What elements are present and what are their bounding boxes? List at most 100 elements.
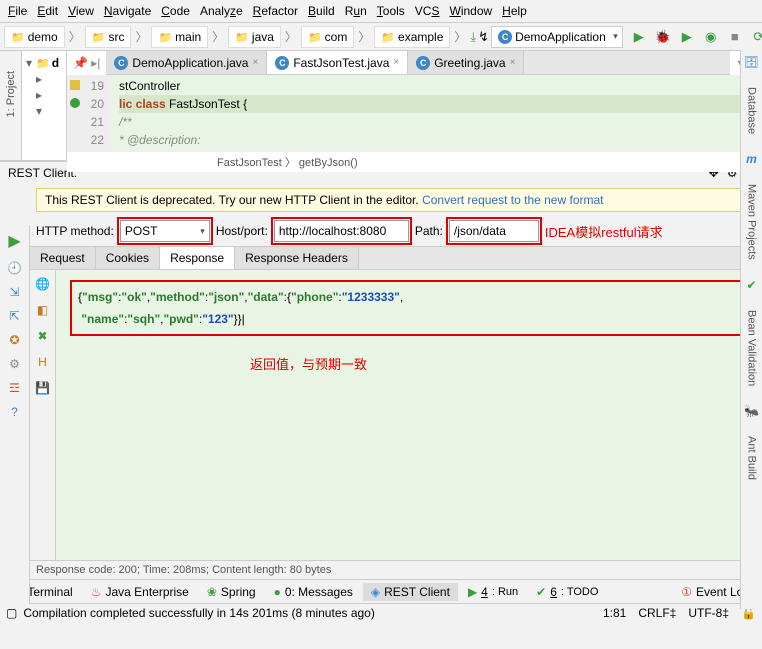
- response-icon-col: 🌐 ◧ ✖ H 💾: [30, 270, 56, 560]
- wrap-icon[interactable]: H: [35, 354, 51, 370]
- folder-icon: [158, 30, 172, 44]
- deprecation-banner: This REST Client is deprecated. Try our …: [36, 188, 756, 212]
- menu-vcs[interactable]: VCS: [415, 4, 440, 18]
- stop-icon[interactable]: ■: [727, 29, 743, 45]
- code-editor[interactable]: 19 20 21 22 stController lic class FastJ…: [67, 75, 762, 151]
- subtab-request[interactable]: Request: [30, 247, 96, 269]
- breadcrumb-demo[interactable]: demo: [4, 26, 65, 48]
- project-tool-tab[interactable]: 1: Project: [5, 71, 17, 117]
- btab-java-ee[interactable]: ♨Java Enterprise: [83, 583, 197, 601]
- menu-help[interactable]: Help: [502, 4, 527, 18]
- breadcrumb-java[interactable]: java: [228, 26, 281, 48]
- btab-messages[interactable]: ●0: Messages: [266, 583, 361, 601]
- ant-tab[interactable]: Ant Build: [746, 436, 758, 480]
- breadcrumb-main[interactable]: main: [151, 26, 208, 48]
- menu-navigate[interactable]: Navigate: [104, 4, 151, 18]
- pin-icon[interactable]: 📌 ▸|: [67, 54, 106, 72]
- open-browser-icon[interactable]: 🌐: [35, 276, 51, 292]
- event-log-icon: ①: [681, 585, 692, 599]
- todo-icon: ✔: [536, 585, 546, 599]
- bean-icon[interactable]: ✔: [746, 278, 756, 292]
- settings-icon[interactable]: ⚙: [9, 357, 20, 371]
- breadcrumb-example[interactable]: example: [374, 26, 450, 48]
- close-icon[interactable]: ×: [510, 57, 516, 68]
- path-input[interactable]: [449, 220, 539, 242]
- http-method-select[interactable]: POST: [120, 220, 210, 242]
- class-icon: C: [114, 56, 128, 70]
- class-icon: C: [275, 56, 289, 70]
- menu-window[interactable]: Window: [449, 4, 492, 18]
- messages-icon: ●: [274, 585, 281, 599]
- vcs-icon[interactable]: ⟳: [751, 29, 762, 45]
- file-encoding[interactable]: UTF-8‡: [688, 606, 729, 620]
- run-config-combo[interactable]: CDemoApplication: [491, 26, 623, 48]
- response-status: Response code: 200; Time: 208ms; Content…: [0, 560, 762, 579]
- debug-icon[interactable]: 🐞: [655, 29, 671, 45]
- history-icon[interactable]: 🕘: [7, 261, 22, 275]
- breadcrumb-com[interactable]: com: [301, 26, 354, 48]
- tab-demoapplication[interactable]: CDemoApplication.java×: [106, 51, 267, 74]
- rest-action-bar: ▶ 🕘 ⇲ ⇱ ✪ ⚙ ☲ ?: [0, 225, 30, 604]
- help-icon[interactable]: ?: [11, 405, 18, 419]
- save-icon[interactable]: 💾: [35, 380, 51, 396]
- folder-icon: [92, 30, 106, 44]
- menu-refactor[interactable]: Refactor: [253, 4, 298, 18]
- menu-tools[interactable]: Tools: [377, 4, 405, 18]
- copy-icon[interactable]: ✖: [35, 328, 51, 344]
- toolbar: demo〉 src〉 main〉 java〉 com〉 example〉 ⤓ ↯…: [0, 23, 762, 51]
- response-text[interactable]: {"msg":"ok","method":"json","data":{"pho…: [56, 270, 762, 560]
- path-label: Path:: [415, 224, 443, 238]
- menu-run[interactable]: Run: [345, 4, 367, 18]
- build-icon[interactable]: ⤓: [470, 29, 476, 45]
- menu-code[interactable]: Code: [161, 4, 190, 18]
- subtab-response-headers[interactable]: Response Headers: [235, 247, 359, 269]
- code-text[interactable]: stController lic class FastJsonTest { /*…: [109, 75, 762, 151]
- folder-icon: [381, 30, 395, 44]
- close-icon[interactable]: ×: [252, 57, 258, 68]
- run-config-icon[interactable]: ↯: [478, 29, 489, 45]
- caret-position[interactable]: 1:81: [603, 606, 626, 620]
- breadcrumb-src[interactable]: src: [85, 26, 132, 48]
- statusbar: ▢ Compilation completed successfully in …: [0, 603, 762, 622]
- maven-icon[interactable]: m: [746, 152, 757, 166]
- menu-build[interactable]: Build: [308, 4, 335, 18]
- bottom-tool-tabs: ▣Terminal ♨Java Enterprise ❀Spring ●0: M…: [0, 579, 762, 603]
- bean-tab[interactable]: Bean Validation: [746, 310, 758, 386]
- subtab-response[interactable]: Response: [160, 247, 235, 269]
- close-icon[interactable]: ×: [393, 57, 399, 68]
- gutter: 19 20 21 22: [67, 75, 109, 151]
- menu-file[interactable]: File: [8, 4, 27, 18]
- tab-fastjsontest[interactable]: CFastJsonTest.java×: [267, 51, 408, 74]
- menu-edit[interactable]: Edit: [37, 4, 58, 18]
- subtab-cookies[interactable]: Cookies: [96, 247, 160, 269]
- menu-view[interactable]: View: [68, 4, 94, 18]
- project-tree[interactable]: ▾d ▸ ▸ ▾: [22, 51, 67, 160]
- right-tool-tabs: 🗄 Database m Maven Projects ✔ Bean Valid…: [740, 50, 762, 609]
- generate-icon[interactable]: ✪: [9, 333, 19, 347]
- profile-icon[interactable]: ◉: [703, 29, 719, 45]
- btab-todo[interactable]: ✔6: TODO: [528, 583, 606, 601]
- convert-link[interactable]: Convert request to the new format: [422, 193, 603, 207]
- reformat-icon[interactable]: ☲: [9, 381, 20, 395]
- editor-tabs: CDemoApplication.java× CFastJsonTest.jav…: [106, 51, 729, 75]
- btab-rest-client[interactable]: ◈REST Client: [363, 583, 458, 601]
- btab-run[interactable]: ▶4: Run: [460, 583, 526, 601]
- submit-request-icon[interactable]: ▶: [8, 231, 20, 251]
- menu-analyze[interactable]: Analyze: [200, 4, 243, 18]
- host-input[interactable]: [274, 220, 409, 242]
- coverage-icon[interactable]: ▶: [679, 29, 695, 45]
- java-icon: ♨: [91, 585, 102, 599]
- btab-spring[interactable]: ❀Spring: [199, 583, 264, 601]
- view-json-icon[interactable]: ◧: [35, 302, 51, 318]
- ant-icon[interactable]: 🐜: [744, 404, 759, 418]
- import-icon[interactable]: ⇱: [9, 309, 19, 323]
- database-tab[interactable]: Database: [746, 87, 758, 134]
- tab-greeting[interactable]: CGreeting.java×: [408, 51, 524, 74]
- database-icon[interactable]: 🗄: [744, 55, 759, 69]
- maven-tab[interactable]: Maven Projects: [746, 184, 758, 260]
- run-button-icon[interactable]: ▶: [631, 29, 647, 45]
- export-icon[interactable]: ⇲: [9, 285, 19, 299]
- line-separator[interactable]: CRLF‡: [638, 606, 676, 620]
- code-breadcrumb[interactable]: FastJsonTest 〉 getByJson(): [67, 151, 762, 172]
- idea-note: IDEA模拟restful请求: [545, 222, 663, 241]
